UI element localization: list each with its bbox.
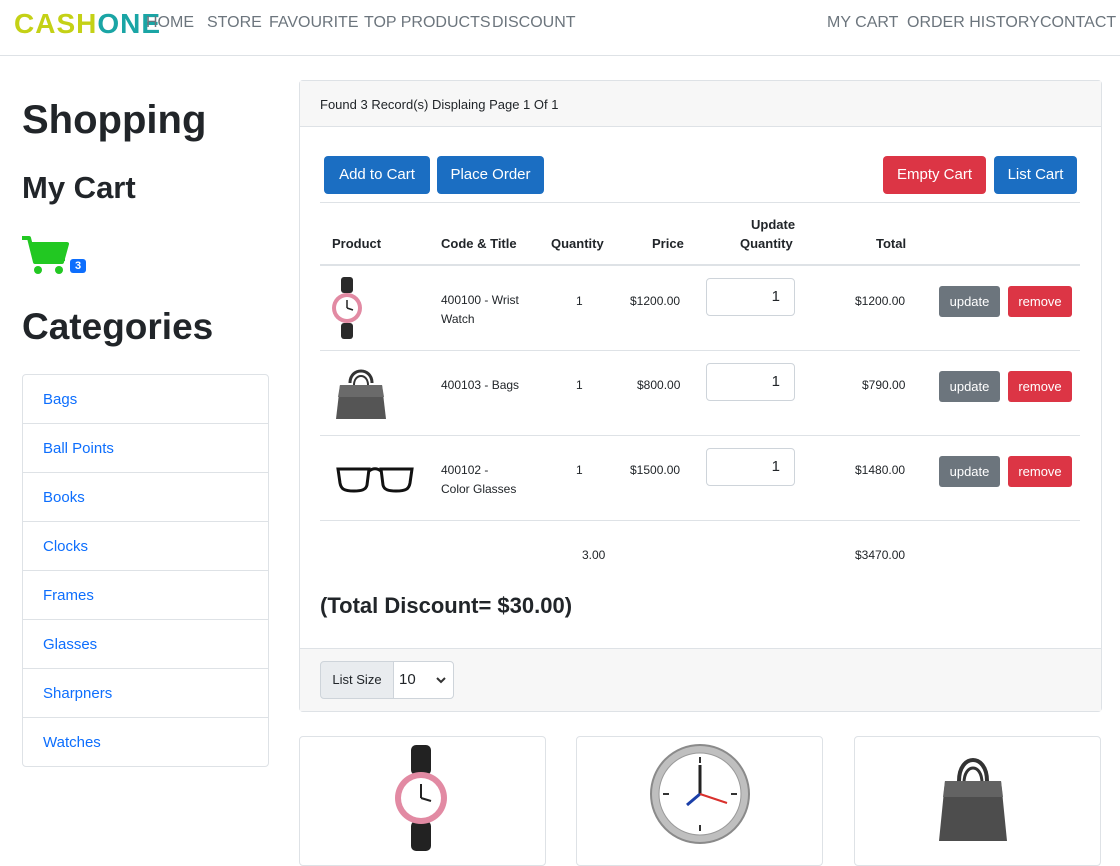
total-discount: (Total Discount= $30.00) [320,593,573,618]
divider [320,202,1080,203]
row-code-title-2: Color Glasses [441,482,517,496]
category-item-ball-points[interactable]: Ball Points [23,424,268,473]
header-divider [320,264,1080,266]
card-footer: List Size 10 [300,648,1101,711]
header-update-quantity-1: Update [751,217,796,232]
row-code-title-1: 400102 - [441,463,489,477]
update-button[interactable]: update [939,286,1000,317]
handbag-icon [939,758,1007,841]
categories-title: Categories [22,306,214,347]
row-price: $1200.00 [630,294,681,308]
shopping-cart-icon [22,236,69,274]
nav-discount[interactable]: DISCOUNT [492,14,576,32]
place-order-button[interactable]: Place Order [437,156,544,194]
nav-my-cart[interactable]: MY CART [827,14,898,32]
remove-button[interactable]: remove [1008,286,1072,317]
header-price: Price [652,236,684,251]
add-to-cart-button[interactable]: Add to Cart [324,156,430,194]
category-list: Bags Ball Points Books Clocks Frames Gla… [22,374,269,767]
product-card[interactable] [576,736,823,866]
row-price: $800.00 [637,378,681,392]
empty-cart-button[interactable]: Empty Cart [883,156,986,194]
list-cart-button[interactable]: List Cart [994,156,1077,194]
category-item-clocks[interactable]: Clocks [23,522,268,571]
shopping-title: Shopping [22,98,207,142]
row-quantity: 1 [576,463,583,477]
row-code-title-1: 400100 - Wrist [441,293,519,307]
nav-favourite[interactable]: FAVOURITE [269,14,359,32]
product-card[interactable] [299,736,546,866]
records-info: Found 3 Record(s) Displaing Page 1 Of 1 [300,81,1101,127]
header-code-title: Code & Title [441,236,517,251]
quantity-input[interactable]: 1 [706,448,795,486]
brand-part1: CASH [14,8,98,39]
category-item-sharpners[interactable]: Sharpners [23,669,268,718]
category-item-glasses[interactable]: Glasses [23,620,268,669]
wall-clock-icon [650,744,750,844]
category-item-watches[interactable]: Watches [23,718,268,766]
nav-order-history[interactable]: ORDER HISTORY [907,14,1040,32]
chevron-down-icon [436,677,446,684]
remove-button[interactable]: remove [1008,371,1072,402]
header-product: Product [332,236,382,251]
wrist-watch-icon [332,277,362,339]
glasses-icon [336,467,414,493]
brand-logo[interactable]: CASHONE [14,8,161,40]
remove-button[interactable]: remove [1008,456,1072,487]
list-size-label: List Size [320,661,394,699]
top-navbar: CASHONE HOME STORE FAVOURITE TOP PRODUCT… [0,0,1120,56]
my-cart-title: My Cart [22,170,136,205]
row-divider [320,350,1080,351]
category-item-frames[interactable]: Frames [23,571,268,620]
quantity-input[interactable]: 1 [706,278,795,316]
grand-total: $3470.00 [855,548,906,562]
category-item-bags[interactable]: Bags [23,375,268,424]
nav-store[interactable]: STORE [207,14,262,32]
row-total: $790.00 [862,378,906,392]
update-button[interactable]: update [939,371,1000,402]
row-code-title-2: Watch [441,312,475,326]
row-quantity: 1 [576,378,583,392]
cart-count-badge: 3 [70,259,87,273]
wrist-watch-icon [395,745,447,851]
total-quantity: 3.00 [582,548,606,562]
header-quantity: Quantity [551,236,604,251]
cart-link[interactable]: 3 [20,234,90,278]
header-total: Total [876,236,907,251]
nav-home[interactable]: HOME [146,14,194,32]
nav-contact[interactable]: CONTACT [1040,14,1116,32]
product-card[interactable] [854,736,1101,866]
list-size-select[interactable]: 10 [393,661,454,699]
row-total: $1200.00 [855,294,906,308]
row-quantity: 1 [576,294,583,308]
row-code-title-1: 400103 - Bags [441,378,520,392]
list-size-value: 10 [399,671,416,688]
update-button[interactable]: update [939,456,1000,487]
quantity-input[interactable]: 1 [706,363,795,401]
category-item-books[interactable]: Books [23,473,268,522]
row-total: $1480.00 [855,463,906,477]
handbag-icon [336,369,386,419]
cart-card: Found 3 Record(s) Displaing Page 1 Of 1 … [299,80,1102,712]
nav-top-products[interactable]: TOP PRODUCTS [364,14,491,32]
row-divider [320,520,1080,521]
row-price: $1500.00 [630,463,681,477]
row-divider [320,435,1080,436]
header-update-quantity-2: Quantity [740,236,793,251]
